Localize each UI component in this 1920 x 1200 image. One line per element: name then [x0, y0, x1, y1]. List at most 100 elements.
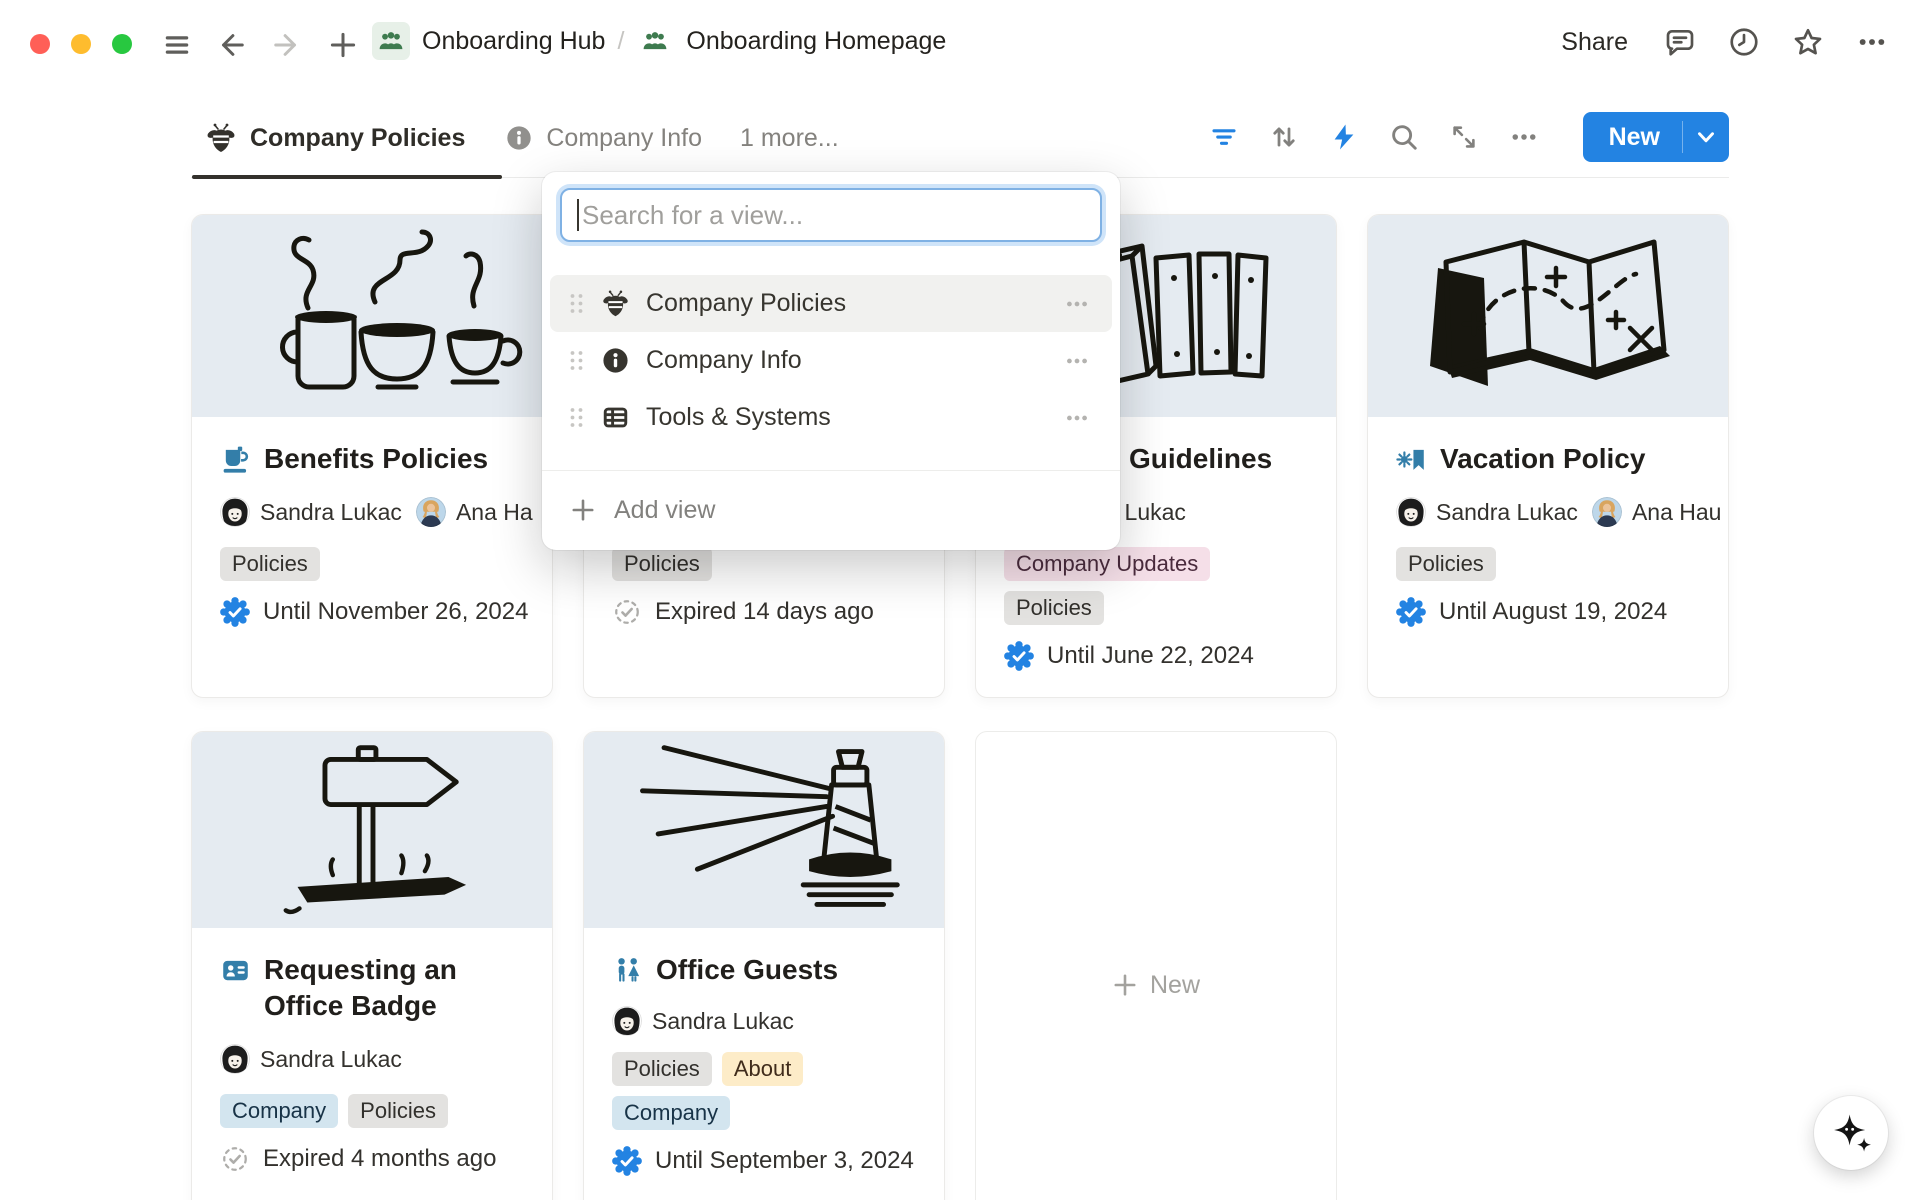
text-caret [577, 199, 579, 231]
card-office-guests[interactable]: Office Guests Sandra Lukac Policies Abou… [583, 731, 945, 1200]
filter-icon[interactable] [1205, 118, 1243, 156]
tag-policies: Policies [1396, 547, 1496, 581]
bee-icon [205, 122, 237, 154]
new-dropdown-chevron-icon[interactable] [1683, 112, 1729, 162]
history-clock-icon[interactable] [1724, 22, 1764, 62]
vacation-icon [1396, 444, 1427, 475]
favorite-star-icon[interactable] [1788, 22, 1828, 62]
more-options-icon[interactable] [1852, 22, 1892, 62]
card-benefits-policies[interactable]: Benefits Policies Sandra Lukac Ana Ha Po… [191, 214, 553, 698]
new-card-label: New [1150, 971, 1200, 1000]
expired-badge-icon [612, 597, 642, 627]
card-cover [192, 215, 552, 417]
plus-icon [1112, 972, 1138, 998]
people-group-icon [372, 22, 410, 60]
new-button[interactable]: New [1583, 112, 1682, 162]
traffic-light-minimize[interactable] [71, 34, 91, 54]
view-list: Company Policies Company Info Tools & Sy… [542, 275, 1120, 446]
verified-badge-icon [1396, 597, 1426, 627]
card-status: Until November 26, 2024 [220, 597, 524, 627]
card-title: Vacation Policy [1396, 441, 1700, 477]
card-title: Benefits Policies [220, 441, 524, 477]
tag-about: About [722, 1052, 804, 1086]
view-options-icon[interactable] [1505, 118, 1543, 156]
card-tags: Company Policies [220, 1094, 524, 1128]
plus-icon [570, 497, 596, 523]
search-icon[interactable] [1385, 118, 1423, 156]
breadcrumb-label: Onboarding Hub [422, 27, 605, 56]
tag-policies: Policies [612, 1052, 712, 1086]
table-icon [601, 403, 630, 432]
search-placeholder: Search for a view... [582, 200, 803, 231]
card-people: Sandra Lukac Ana Hau [1396, 497, 1700, 527]
back-icon[interactable] [212, 26, 250, 64]
card-tags: Policies [1396, 547, 1700, 581]
coffee-cup-icon [220, 444, 251, 475]
breadcrumb-label: Onboarding Homepage [686, 27, 946, 56]
view-tabs: Company Policies Company Info 1 more... [205, 110, 839, 166]
share-button[interactable]: Share [1553, 24, 1636, 61]
card-tags: Policies About Company [612, 1052, 916, 1130]
drag-handle-icon[interactable] [568, 292, 585, 315]
add-view-button[interactable]: Add view [542, 484, 1120, 536]
drag-handle-icon[interactable] [568, 349, 585, 372]
avatar [612, 1006, 642, 1036]
view-item-more-icon[interactable] [1060, 344, 1094, 378]
more-tabs-button[interactable]: 1 more... [740, 124, 839, 153]
breadcrumb: Onboarding Hub / Onboarding Homepage [372, 22, 946, 60]
card-tags: Policies [612, 547, 916, 581]
notion-app-window: Onboarding Hub / Onboarding Homepage Sha… [0, 0, 1920, 1200]
tag-company-updates: Company Updates [1004, 547, 1210, 581]
notion-ai-button[interactable] [1814, 1096, 1888, 1170]
active-tab-underline [192, 175, 502, 179]
card-people: Sandra Lukac [220, 1044, 524, 1074]
view-item-more-icon[interactable] [1060, 401, 1094, 435]
id-badge-icon [220, 955, 251, 986]
view-search-input[interactable]: Search for a view... [560, 188, 1102, 242]
new-card-placeholder[interactable]: New [975, 731, 1337, 1200]
view-item-label: Tools & Systems [646, 403, 831, 432]
add-view-label: Add view [614, 496, 715, 525]
avatar [220, 497, 250, 527]
avatar [416, 497, 446, 527]
card-cover [192, 732, 552, 928]
tab-company-info[interactable]: Company Info [505, 124, 702, 153]
card-office-badge[interactable]: Requesting an Office Badge Sandra Lukac … [191, 731, 553, 1200]
tab-label: Company Policies [250, 124, 465, 153]
sort-icon[interactable] [1265, 118, 1303, 156]
traffic-light-zoom[interactable] [112, 34, 132, 54]
new-page-icon[interactable] [324, 26, 362, 64]
card-tags: Company Updates Policies [1004, 547, 1308, 625]
card-people: Sandra Lukac [612, 1006, 916, 1036]
comments-icon[interactable] [1660, 22, 1700, 62]
people-group-icon [636, 22, 674, 60]
verified-badge-icon [1004, 641, 1034, 671]
breadcrumb-item-onboarding-homepage[interactable]: Onboarding Homepage [636, 22, 946, 60]
breadcrumb-item-onboarding-hub[interactable]: Onboarding Hub [372, 22, 605, 60]
expand-rows-icon[interactable] [1445, 118, 1483, 156]
view-toolbar-actions: New [1205, 112, 1729, 162]
view-item-company-policies[interactable]: Company Policies [550, 275, 1112, 332]
avatar [1396, 497, 1426, 527]
view-switcher-dropdown: Search for a view... Company Policies Co… [542, 172, 1120, 550]
card-title: Requesting an Office Badge [220, 952, 524, 1024]
ai-sparkle-face-icon [1829, 1111, 1873, 1155]
tag-policies: Policies [612, 547, 712, 581]
tag-policies: Policies [220, 547, 320, 581]
info-icon [505, 124, 533, 152]
tag-policies: Policies [348, 1094, 448, 1128]
traffic-light-close[interactable] [30, 34, 50, 54]
automation-bolt-icon[interactable] [1325, 118, 1363, 156]
view-item-tools-systems[interactable]: Tools & Systems [550, 389, 1112, 446]
card-people: Sandra Lukac Ana Ha [220, 497, 524, 527]
view-item-more-icon[interactable] [1060, 287, 1094, 321]
expired-badge-icon [220, 1144, 250, 1174]
drag-handle-icon[interactable] [568, 406, 585, 429]
card-vacation-policy[interactable]: Vacation Policy Sandra Lukac Ana Hau Pol… [1367, 214, 1729, 698]
sidebar-toggle-icon[interactable] [158, 26, 196, 64]
forward-icon[interactable] [268, 26, 306, 64]
window-titlebar: Onboarding Hub / Onboarding Homepage Sha… [0, 0, 1920, 74]
card-status: Until June 22, 2024 [1004, 641, 1308, 671]
tab-company-policies[interactable]: Company Policies [205, 122, 465, 154]
view-item-company-info[interactable]: Company Info [550, 332, 1112, 389]
